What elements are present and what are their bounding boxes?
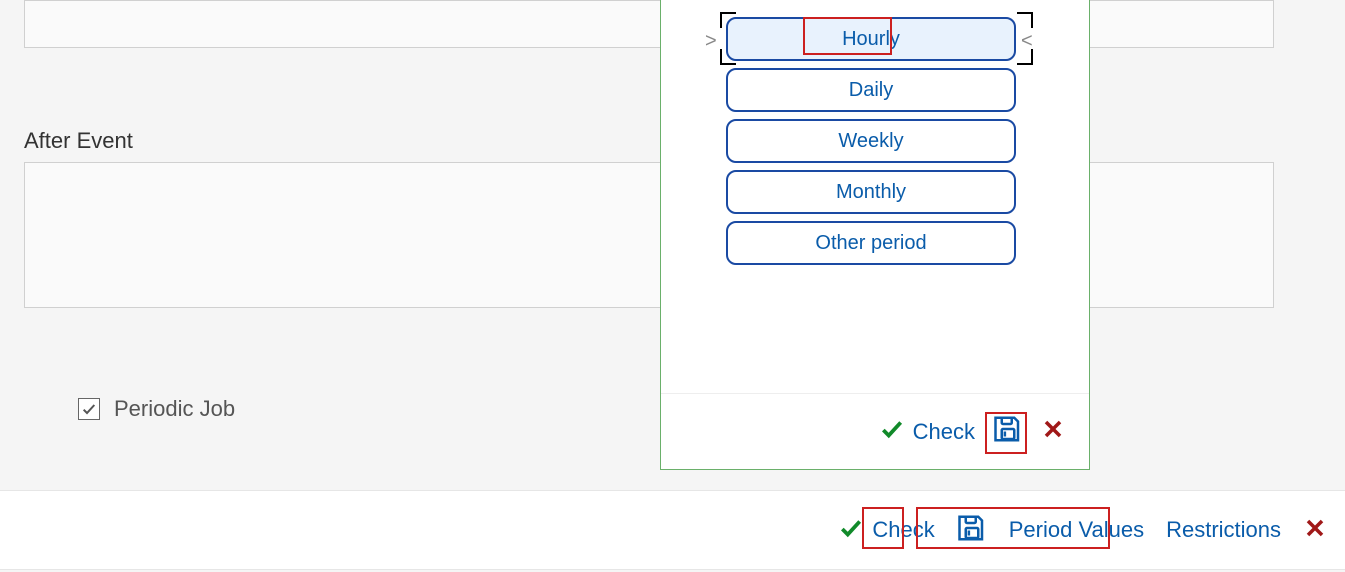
close-icon: [1041, 417, 1065, 446]
save-icon: [957, 513, 987, 548]
period-option-other[interactable]: Other period: [726, 221, 1016, 265]
pointer-left-icon: >: [705, 30, 717, 53]
check-icon: [838, 515, 864, 546]
save-button[interactable]: [957, 513, 987, 548]
selection-bracket-icon: [1017, 12, 1033, 28]
check-icon: [879, 416, 905, 447]
pointer-right-icon: <: [1021, 30, 1033, 53]
check-button[interactable]: Check: [838, 515, 934, 546]
after-event-label: After Event: [24, 128, 133, 154]
period-modal: > < Hourly Daily Weekly Monthly Other pe…: [660, 0, 1090, 470]
close-button[interactable]: [1303, 516, 1327, 545]
period-option-daily[interactable]: Daily: [726, 68, 1016, 112]
period-values-link[interactable]: Period Values: [1009, 517, 1144, 543]
close-icon: [1303, 516, 1327, 545]
period-list: Hourly Daily Weekly Monthly Other period: [726, 10, 1016, 272]
page-footer: Check Period Values Restrictions: [0, 490, 1345, 570]
modal-footer: Check: [661, 393, 1089, 469]
period-option-weekly[interactable]: Weekly: [726, 119, 1016, 163]
periodic-job-checkbox[interactable]: [78, 398, 100, 420]
check-icon: [81, 401, 97, 417]
modal-check-button[interactable]: Check: [879, 416, 975, 447]
periodic-job-label: Periodic Job: [114, 396, 235, 422]
modal-check-label: Check: [913, 419, 975, 445]
save-icon: [993, 414, 1023, 449]
modal-save-button[interactable]: [993, 414, 1023, 449]
period-option-hourly[interactable]: Hourly: [726, 17, 1016, 61]
restrictions-link[interactable]: Restrictions: [1166, 517, 1281, 543]
modal-close-button[interactable]: [1041, 417, 1065, 446]
check-label: Check: [872, 517, 934, 543]
period-option-monthly[interactable]: Monthly: [726, 170, 1016, 214]
